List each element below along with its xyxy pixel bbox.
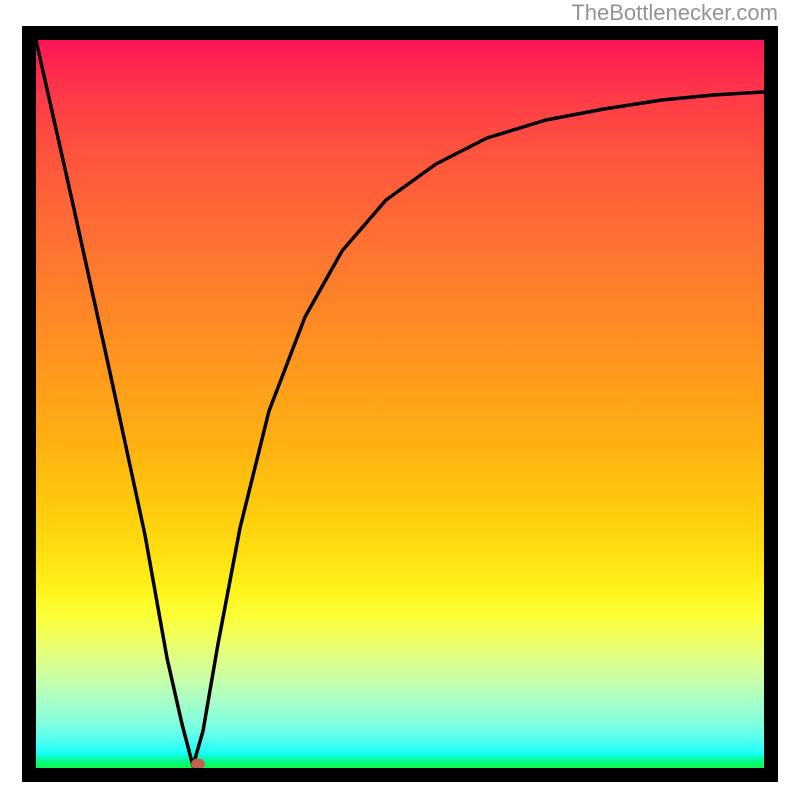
optimal-point-marker: [191, 758, 205, 769]
curve-overlay: [36, 40, 764, 768]
chart-plot-area: [22, 26, 778, 782]
bottleneck-curve-path: [36, 40, 764, 766]
chart-container: TheBottlenecker.com: [0, 0, 800, 800]
watermark-text: TheBottlenecker.com: [571, 0, 778, 26]
